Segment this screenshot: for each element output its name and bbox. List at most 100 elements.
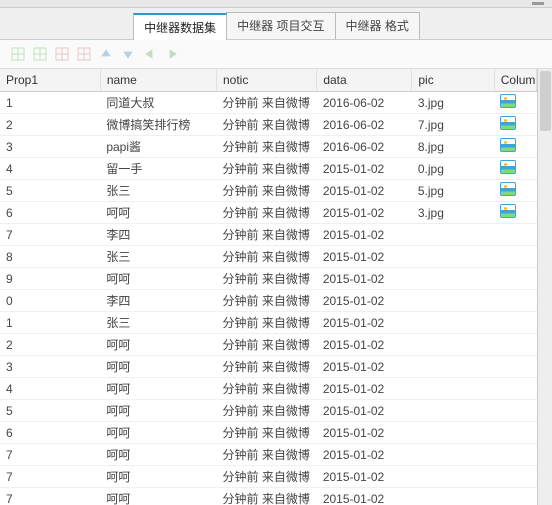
cell-prop1[interactable]: 1 [0,312,100,334]
cell-notic[interactable]: 分钟前 来自微博 [216,158,316,180]
cell-name[interactable]: 呵呵 [100,378,216,400]
cell-prop1[interactable]: 4 [0,158,100,180]
cell-data[interactable]: 2015-01-02 [317,202,412,224]
cell-pic[interactable]: 8.jpg [412,136,494,158]
cell-pic[interactable]: 5.jpg [412,180,494,202]
cell-image[interactable] [494,224,536,246]
cell-data[interactable]: 2016-06-02 [317,114,412,136]
delete-row-icon[interactable] [54,46,70,62]
cell-notic[interactable]: 分钟前 来自微博 [216,400,316,422]
cell-image[interactable] [494,290,536,312]
cell-prop1[interactable]: 2 [0,334,100,356]
cell-pic[interactable]: 3.jpg [412,202,494,224]
table-row[interactable]: 5张三分钟前 来自微博2015-01-025.jpg [0,180,537,202]
cell-notic[interactable]: 分钟前 来自微博 [216,444,316,466]
cell-pic[interactable] [412,488,494,505]
cell-prop1[interactable]: 8 [0,246,100,268]
cell-notic[interactable]: 分钟前 来自微博 [216,180,316,202]
table-row[interactable]: 7呵呵分钟前 来自微博2015-01-02 [0,488,537,505]
cell-notic[interactable]: 分钟前 来自微博 [216,224,316,246]
cell-prop1[interactable]: 7 [0,488,100,505]
cell-prop1[interactable]: 5 [0,180,100,202]
cell-notic[interactable]: 分钟前 来自微博 [216,268,316,290]
cell-image[interactable] [494,158,536,180]
cell-notic[interactable]: 分钟前 来自微博 [216,136,316,158]
cell-prop1[interactable]: 2 [0,114,100,136]
cell-prop1[interactable]: 3 [0,356,100,378]
cell-data[interactable]: 2015-01-02 [317,422,412,444]
cell-pic[interactable] [412,444,494,466]
cell-name[interactable]: 呵呵 [100,466,216,488]
cell-pic[interactable] [412,378,494,400]
cell-pic[interactable] [412,224,494,246]
cell-image[interactable] [494,202,536,224]
cell-name[interactable]: 呵呵 [100,444,216,466]
cell-prop1[interactable]: 7 [0,224,100,246]
table-row[interactable]: 6呵呵分钟前 来自微博2015-01-02 [0,422,537,444]
cell-prop1[interactable]: 6 [0,422,100,444]
tab-0[interactable]: 中继器数据集 [133,13,227,40]
cell-prop1[interactable]: 1 [0,92,100,114]
move-up-icon[interactable] [98,46,114,62]
cell-notic[interactable]: 分钟前 来自微博 [216,290,316,312]
cell-data[interactable]: 2015-01-02 [317,268,412,290]
cell-name[interactable]: 留一手 [100,158,216,180]
cell-name[interactable]: papi酱 [100,136,216,158]
table-row[interactable]: 3papi酱分钟前 来自微博2016-06-028.jpg [0,136,537,158]
table-row[interactable]: 2呵呵分钟前 来自微博2015-01-02 [0,334,537,356]
table-row[interactable]: 4呵呵分钟前 来自微博2015-01-02 [0,378,537,400]
cell-image[interactable] [494,422,536,444]
cell-prop1[interactable]: 5 [0,400,100,422]
cell-image[interactable] [494,246,536,268]
vertical-scrollbar[interactable] [537,69,552,505]
cell-data[interactable]: 2015-01-02 [317,290,412,312]
cell-notic[interactable]: 分钟前 来自微博 [216,334,316,356]
table-row[interactable]: 6呵呵分钟前 来自微博2015-01-023.jpg [0,202,537,224]
cell-notic[interactable]: 分钟前 来自微博 [216,422,316,444]
cell-name[interactable]: 张三 [100,312,216,334]
cell-image[interactable] [494,378,536,400]
cell-image[interactable] [494,466,536,488]
cell-data[interactable]: 2015-01-02 [317,356,412,378]
cell-image[interactable] [494,444,536,466]
cell-data[interactable]: 2015-01-02 [317,378,412,400]
cell-pic[interactable] [412,356,494,378]
cell-name[interactable]: 呵呵 [100,422,216,444]
move-left-icon[interactable] [142,46,158,62]
table-row[interactable]: 5呵呵分钟前 来自微博2015-01-02 [0,400,537,422]
cell-data[interactable]: 2015-01-02 [317,312,412,334]
cell-data[interactable]: 2016-06-02 [317,92,412,114]
cell-notic[interactable]: 分钟前 来自微博 [216,466,316,488]
cell-prop1[interactable]: 7 [0,444,100,466]
cell-notic[interactable]: 分钟前 来自微博 [216,114,316,136]
table-row[interactable]: 7呵呵分钟前 来自微博2015-01-02 [0,444,537,466]
cell-image[interactable] [494,488,536,505]
cell-notic[interactable]: 分钟前 来自微博 [216,312,316,334]
delete-col-icon[interactable] [76,46,92,62]
cell-prop1[interactable]: 9 [0,268,100,290]
cell-image[interactable] [494,180,536,202]
cell-image[interactable] [494,334,536,356]
cell-notic[interactable]: 分钟前 来自微博 [216,246,316,268]
cell-notic[interactable]: 分钟前 来自微博 [216,488,316,505]
col-header-colum[interactable]: Colum [494,69,536,92]
cell-notic[interactable]: 分钟前 来自微博 [216,378,316,400]
table-row[interactable]: 3呵呵分钟前 来自微博2015-01-02 [0,356,537,378]
table-row[interactable]: 1同道大叔分钟前 来自微博2016-06-023.jpg [0,92,537,114]
cell-data[interactable]: 2015-01-02 [317,224,412,246]
table-row[interactable]: 4留一手分钟前 来自微博2015-01-020.jpg [0,158,537,180]
cell-name[interactable]: 李四 [100,224,216,246]
cell-name[interactable]: 呵呵 [100,334,216,356]
tab-2[interactable]: 中继器 格式 [335,12,420,39]
cell-data[interactable]: 2015-01-02 [317,466,412,488]
cell-prop1[interactable]: 0 [0,290,100,312]
cell-prop1[interactable]: 4 [0,378,100,400]
cell-pic[interactable] [412,466,494,488]
cell-notic[interactable]: 分钟前 来自微博 [216,202,316,224]
cell-name[interactable]: 呵呵 [100,268,216,290]
cell-image[interactable] [494,400,536,422]
add-col-icon[interactable] [32,46,48,62]
cell-name[interactable]: 呵呵 [100,202,216,224]
cell-name[interactable]: 微博搞笑排行榜 [100,114,216,136]
col-header-notic[interactable]: notic [216,69,316,92]
